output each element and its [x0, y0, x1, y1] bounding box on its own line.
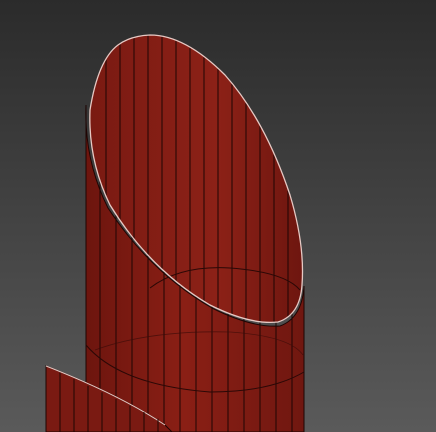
3d-viewport[interactable] [0, 0, 436, 432]
viewport-scene[interactable] [0, 0, 436, 432]
